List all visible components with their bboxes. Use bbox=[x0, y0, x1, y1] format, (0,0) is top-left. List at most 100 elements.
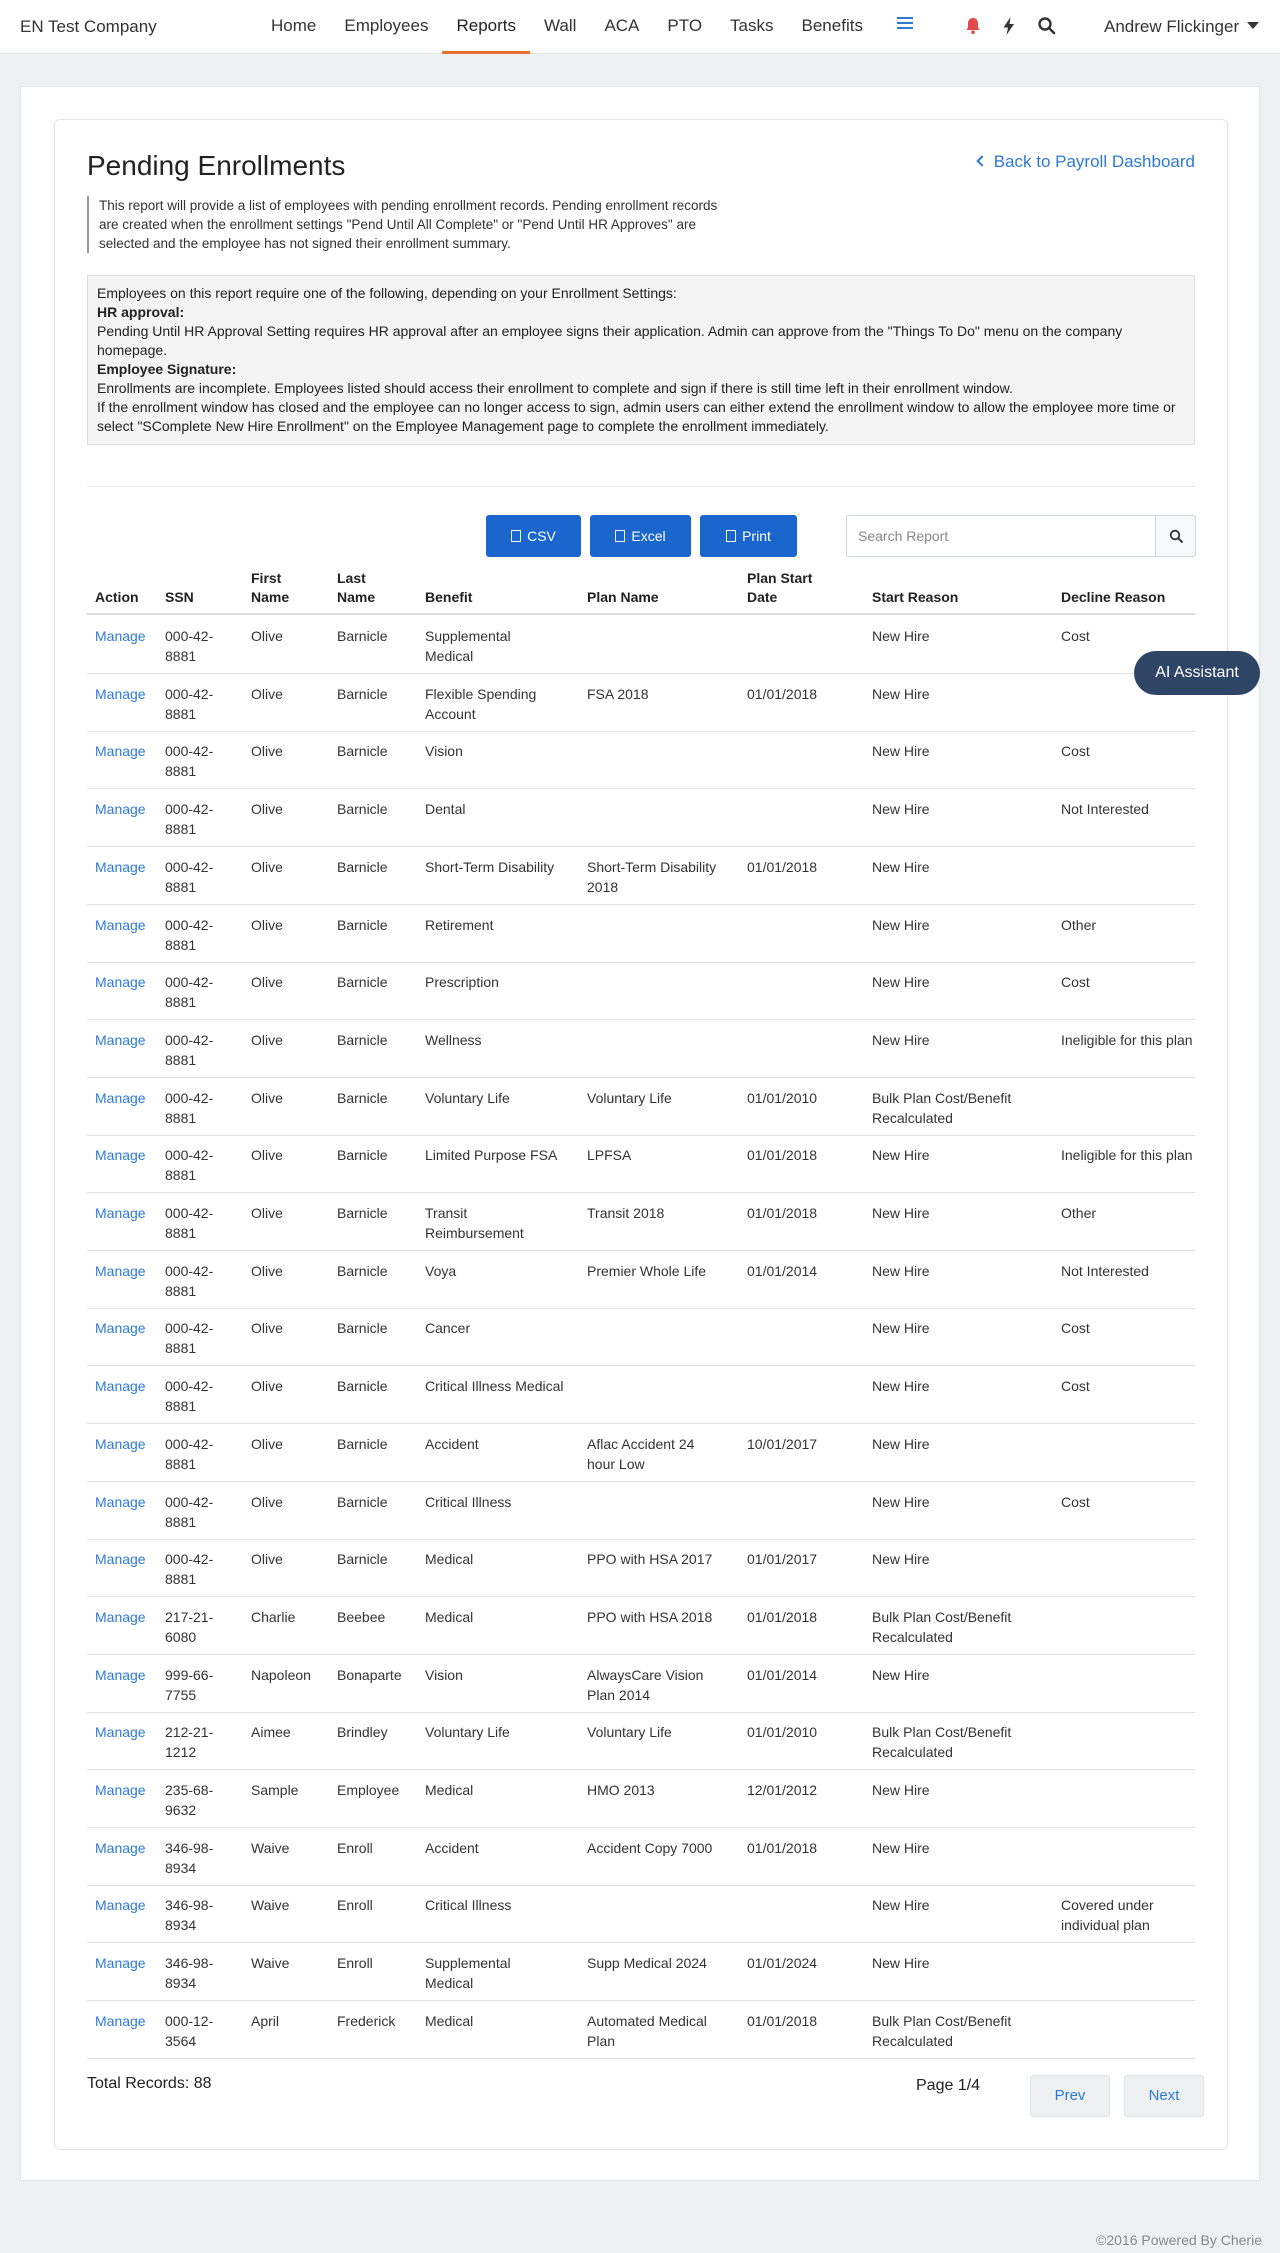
next-page-button[interactable]: Next bbox=[1124, 2075, 1204, 2117]
report-description: This report will provide a list of emplo… bbox=[87, 196, 727, 253]
manage-link[interactable]: Manage bbox=[95, 1088, 146, 1108]
manage-link[interactable]: Manage bbox=[95, 972, 146, 992]
manage-link[interactable]: Manage bbox=[95, 1953, 146, 1973]
manage-link[interactable]: Manage bbox=[95, 1549, 146, 1569]
back-to-payroll-link[interactable]: Back to Payroll Dashboard bbox=[976, 152, 1195, 172]
table-cell: Barnicle bbox=[337, 628, 388, 644]
manage-link[interactable]: Manage bbox=[95, 1203, 146, 1223]
manage-link[interactable]: Manage bbox=[95, 1434, 146, 1454]
table-row: Manage 000-42- 8881 Olive Barnicle Voya Premie… bbox=[87, 1251, 1195, 1309]
table-cell: Voya bbox=[425, 1262, 457, 1279]
table-cell: Vision bbox=[425, 743, 463, 760]
table-cell: Supplemental Medical bbox=[425, 628, 511, 664]
top-navbar: EN Test Company Home Employees Reports Wall… bbox=[0, 0, 1280, 54]
enrollment-settings-note: Employees on this report require one of … bbox=[87, 275, 1195, 445]
nav-link-aca[interactable]: ACA bbox=[590, 0, 653, 54]
manage-link[interactable]: Manage bbox=[95, 741, 146, 761]
table-cell: Olive bbox=[251, 1205, 283, 1221]
manage-link[interactable]: Manage bbox=[95, 1376, 146, 1396]
table-row: Manage 000-42- 8881 Olive Barnicle Critical I… bbox=[87, 1366, 1195, 1425]
table-cell: Medical bbox=[425, 1551, 474, 1568]
column-header[interactable]: Plan Start Date bbox=[747, 569, 812, 607]
bell-icon[interactable] bbox=[962, 15, 984, 37]
table-cell: 346-98- 8934 bbox=[165, 1955, 214, 1992]
manage-link[interactable]: Manage bbox=[95, 915, 146, 935]
manage-link[interactable]: Manage bbox=[95, 626, 146, 646]
ai-assistant-button[interactable]: AI Assistant bbox=[1134, 651, 1260, 695]
search-report-button[interactable] bbox=[1155, 515, 1196, 557]
table-cell: Accident bbox=[425, 1435, 479, 1452]
column-header[interactable]: Benefit bbox=[425, 588, 472, 607]
table-cell: New Hire bbox=[872, 1955, 930, 1972]
table-cell: 01/01/2014 bbox=[747, 1262, 818, 1279]
manage-link[interactable]: Manage bbox=[95, 1261, 146, 1281]
print-button[interactable]: Print bbox=[700, 515, 797, 557]
table-row: Manage 000-42- 8881 Olive Barnicle Short-Term… bbox=[87, 847, 1195, 905]
column-header[interactable]: First Name bbox=[251, 569, 289, 607]
nav-link-tasks[interactable]: Tasks bbox=[716, 0, 787, 54]
column-header[interactable]: Last Name bbox=[337, 569, 375, 607]
table-cell: New Hire bbox=[872, 1551, 930, 1568]
table-cell: Short-Term Disability bbox=[425, 858, 555, 875]
prev-page-button[interactable]: Prev bbox=[1030, 2075, 1110, 2117]
column-header[interactable]: SSN bbox=[165, 588, 194, 607]
nav-link-employees[interactable]: Employees bbox=[330, 0, 442, 54]
excel-label: Excel bbox=[631, 528, 666, 544]
nav-link-wall[interactable]: Wall bbox=[530, 0, 590, 54]
manage-link[interactable]: Manage bbox=[95, 1492, 146, 1512]
table-cell: Employee bbox=[337, 1782, 400, 1798]
manage-link[interactable]: Manage bbox=[95, 1895, 146, 1915]
company-name[interactable]: EN Test Company bbox=[20, 17, 157, 37]
table-cell: New Hire bbox=[872, 1782, 930, 1798]
table-row: Manage 212-21- 1212 Aimee Brindley Voluntary … bbox=[87, 1712, 1195, 1771]
table-row: Manage 000-42- 8881 Olive Barnicle Wellness Ne… bbox=[87, 1020, 1195, 1078]
manage-link[interactable]: Manage bbox=[95, 1145, 146, 1165]
manage-link[interactable]: Manage bbox=[95, 1665, 146, 1685]
column-header[interactable]: Decline Reason bbox=[1061, 588, 1165, 607]
table-cell: New Hire bbox=[872, 1205, 930, 1221]
table-cell: Barnicle bbox=[337, 1089, 388, 1106]
nav-link-reports[interactable]: Reports bbox=[442, 0, 530, 54]
column-header[interactable]: Plan Name bbox=[587, 588, 659, 607]
manage-link[interactable]: Manage bbox=[95, 1030, 146, 1050]
manage-link[interactable]: Manage bbox=[95, 2011, 146, 2031]
table-cell: 01/01/2010 bbox=[747, 1724, 818, 1741]
search-report-input[interactable] bbox=[846, 515, 1156, 557]
file-icon bbox=[615, 530, 626, 542]
nav-link-pto[interactable]: PTO bbox=[653, 0, 716, 54]
table-cell: PPO with HSA 2018 bbox=[587, 1608, 713, 1625]
csv-export-button[interactable]: CSV bbox=[486, 515, 581, 557]
table-cell: Automated Medical Plan bbox=[587, 2012, 707, 2049]
table-cell: Cost bbox=[1061, 1493, 1090, 1510]
table-cell: Aimee bbox=[251, 1724, 291, 1741]
manage-link[interactable]: Manage bbox=[95, 1318, 146, 1338]
hamburger-icon[interactable] bbox=[897, 17, 913, 31]
column-header[interactable]: Action bbox=[95, 588, 139, 607]
main-nav: Home Employees Reports Wall ACA PTO Tasks Benef… bbox=[257, 0, 877, 54]
nav-link-home[interactable]: Home bbox=[257, 0, 330, 54]
nav-link-benefits[interactable]: Benefits bbox=[788, 0, 877, 54]
table-cell: Medical bbox=[425, 1608, 474, 1625]
manage-link[interactable]: Manage bbox=[95, 684, 146, 704]
manage-link[interactable]: Manage bbox=[95, 1838, 146, 1858]
manage-link[interactable]: Manage bbox=[95, 857, 146, 877]
csv-label: CSV bbox=[527, 528, 556, 544]
report-card: Pending Enrollments Back to Payroll Dash… bbox=[54, 119, 1228, 2150]
manage-link[interactable]: Manage bbox=[95, 1722, 146, 1742]
column-header[interactable]: Start Reason bbox=[872, 588, 958, 607]
table-cell: Transit 2018 bbox=[587, 1205, 665, 1221]
search-icon[interactable] bbox=[1036, 15, 1058, 37]
table-cell: Supp Medical 2024 bbox=[587, 1955, 707, 1972]
table-cell: 000-42- 8881 bbox=[165, 1320, 214, 1357]
table-cell: Supplemental Medical bbox=[425, 1955, 511, 1992]
table-header: Action SSN First Name Last Name Benefit Plan Na… bbox=[87, 565, 1195, 615]
manage-link[interactable]: Manage bbox=[95, 1780, 146, 1800]
user-menu[interactable]: Andrew Flickinger bbox=[1104, 17, 1260, 37]
manage-link[interactable]: Manage bbox=[95, 1607, 146, 1627]
bolt-icon[interactable] bbox=[998, 15, 1020, 37]
table-cell: Enroll bbox=[337, 1897, 373, 1914]
note-signature-text: Enrollments are incomplete. Employees li… bbox=[97, 380, 1013, 396]
excel-export-button[interactable]: Excel bbox=[590, 515, 691, 557]
manage-link[interactable]: Manage bbox=[95, 799, 146, 819]
table-cell: New Hire bbox=[872, 1262, 930, 1279]
